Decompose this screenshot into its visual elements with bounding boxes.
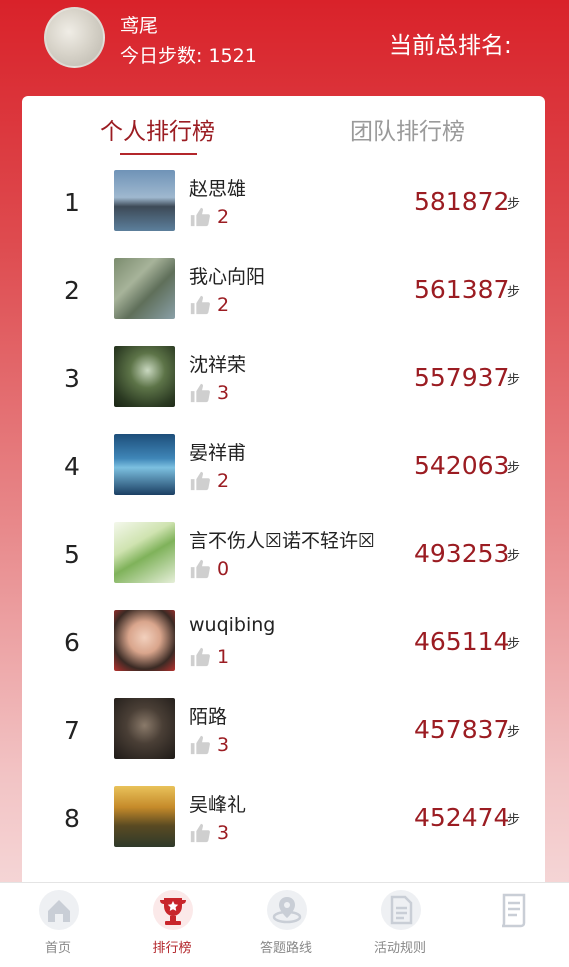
user-name: 鸢尾: [120, 15, 159, 37]
nav-label: 答题路线: [259, 941, 312, 956]
avatar[interactable]: [114, 610, 175, 671]
thumbs-up-icon: [190, 471, 210, 491]
rank-number: 4: [64, 452, 80, 481]
step-unit: 步: [507, 461, 521, 476]
avatar[interactable]: [44, 7, 105, 68]
like-button[interactable]: 3: [189, 821, 229, 845]
nav-label: 排行榜: [152, 941, 192, 956]
step-count: 452474: [414, 803, 510, 832]
step-unit: 步: [507, 637, 521, 652]
leaderboard-row: 1 赵思雄 2 581872 步: [22, 170, 545, 258]
step-unit: 步: [507, 285, 521, 300]
current-rank-label: 当前总排名:: [389, 33, 512, 59]
home-icon: [39, 890, 79, 930]
leaderboard-row: 3 沈祥荣 3 557937 步: [22, 346, 545, 434]
like-button[interactable]: 2: [189, 293, 229, 317]
rank-number: 8: [64, 804, 80, 833]
active-tab-indicator: [120, 153, 197, 155]
thumbs-up-icon: [190, 735, 210, 755]
step-count: 457837: [414, 715, 510, 744]
tab-personal-ranking[interactable]: 个人排行榜: [100, 112, 215, 146]
avatar[interactable]: [114, 434, 175, 495]
avatar[interactable]: [114, 786, 175, 847]
user-name: 吴峰礼: [189, 794, 247, 816]
nav-activity-rules[interactable]: 活动规则: [350, 883, 450, 967]
step-unit: 步: [507, 725, 521, 740]
step-count: 581872: [414, 187, 510, 216]
user-name: 言不伤人☒诺不轻许☒: [189, 530, 376, 552]
header: 鸢尾 今日步数: 1521 当前总排名:: [0, 0, 569, 96]
rank-number: 2: [64, 276, 80, 305]
leaderboard-row: 6 wuqibing 1 465114 步: [22, 610, 545, 698]
user-name: 我心向阳: [189, 266, 266, 288]
today-steps: 今日步数: 1521: [120, 45, 257, 67]
like-button[interactable]: 2: [189, 205, 229, 229]
like-button[interactable]: 3: [189, 733, 229, 757]
step-unit: 步: [507, 197, 521, 212]
leaderboard-row: 2 我心向阳 2 561387 步: [22, 258, 545, 346]
leaderboard-row: 8 吴峰礼 3 452474 步: [22, 786, 545, 874]
like-count: 3: [217, 734, 230, 756]
like-button[interactable]: 0: [189, 557, 229, 581]
user-name: 晏祥甫: [189, 442, 247, 464]
like-count: 2: [217, 294, 230, 316]
nav-quiz-route[interactable]: 答题路线: [236, 883, 336, 967]
rank-number: 7: [64, 716, 80, 745]
rank-number: 1: [64, 188, 80, 217]
step-count: 542063: [414, 451, 510, 480]
step-count: 557937: [414, 363, 510, 392]
like-count: 3: [217, 382, 230, 404]
like-count: 2: [217, 470, 230, 492]
avatar[interactable]: [114, 522, 175, 583]
thumbs-up-icon: [190, 295, 210, 315]
thumbs-up-icon: [190, 383, 210, 403]
tab-team-ranking[interactable]: 团队排行榜: [350, 112, 465, 146]
user-name: wuqibing: [189, 614, 276, 636]
scroll-icon: [501, 893, 526, 928]
like-button[interactable]: 3: [189, 381, 229, 405]
like-button[interactable]: 2: [189, 469, 229, 493]
user-name: 沈祥荣: [189, 354, 247, 376]
step-count: 561387: [414, 275, 510, 304]
nav-label: 首页: [44, 941, 71, 956]
nav-home[interactable]: 首页: [8, 883, 108, 967]
step-unit: 步: [507, 549, 521, 564]
step-unit: 步: [507, 813, 521, 828]
bottom-nav: 首页 排行榜 答题路线 活动规则: [0, 882, 569, 967]
like-button[interactable]: 1: [189, 645, 229, 669]
rank-number: 3: [64, 364, 80, 393]
document-icon: [381, 890, 421, 930]
leaderboard-row: 4 晏祥甫 2 542063 步: [22, 434, 545, 522]
step-count: 493253: [414, 539, 510, 568]
step-unit: 步: [507, 373, 521, 388]
rank-number: 6: [64, 628, 80, 657]
route-icon: [267, 890, 307, 930]
avatar[interactable]: [114, 346, 175, 407]
thumbs-up-icon: [190, 823, 210, 843]
nav-label: 活动规则: [373, 941, 426, 956]
like-count: 1: [217, 646, 230, 668]
nav-leaderboard[interactable]: 排行榜: [122, 883, 222, 967]
user-name: 陌路: [189, 706, 228, 728]
thumbs-up-icon: [190, 207, 210, 227]
avatar[interactable]: [114, 698, 175, 759]
like-count: 0: [217, 558, 230, 580]
avatar[interactable]: [114, 170, 175, 231]
like-count: 2: [217, 206, 230, 228]
thumbs-up-icon: [190, 559, 210, 579]
thumbs-up-icon: [190, 647, 210, 667]
leaderboard-row: 5 言不伤人☒诺不轻许☒ 0 493253 步: [22, 522, 545, 610]
leaderboard-card: 个人排行榜 团队排行榜 1 赵思雄 2 581872 步 2 我心向阳 2 56…: [22, 96, 545, 896]
trophy-icon: [153, 890, 193, 930]
rank-number: 5: [64, 540, 80, 569]
avatar[interactable]: [114, 258, 175, 319]
leaderboard-row: 7 陌路 3 457837 步: [22, 698, 545, 786]
step-count: 465114: [414, 627, 510, 656]
like-count: 3: [217, 822, 230, 844]
user-name: 赵思雄: [189, 178, 247, 200]
nav-scroll[interactable]: [462, 883, 562, 967]
